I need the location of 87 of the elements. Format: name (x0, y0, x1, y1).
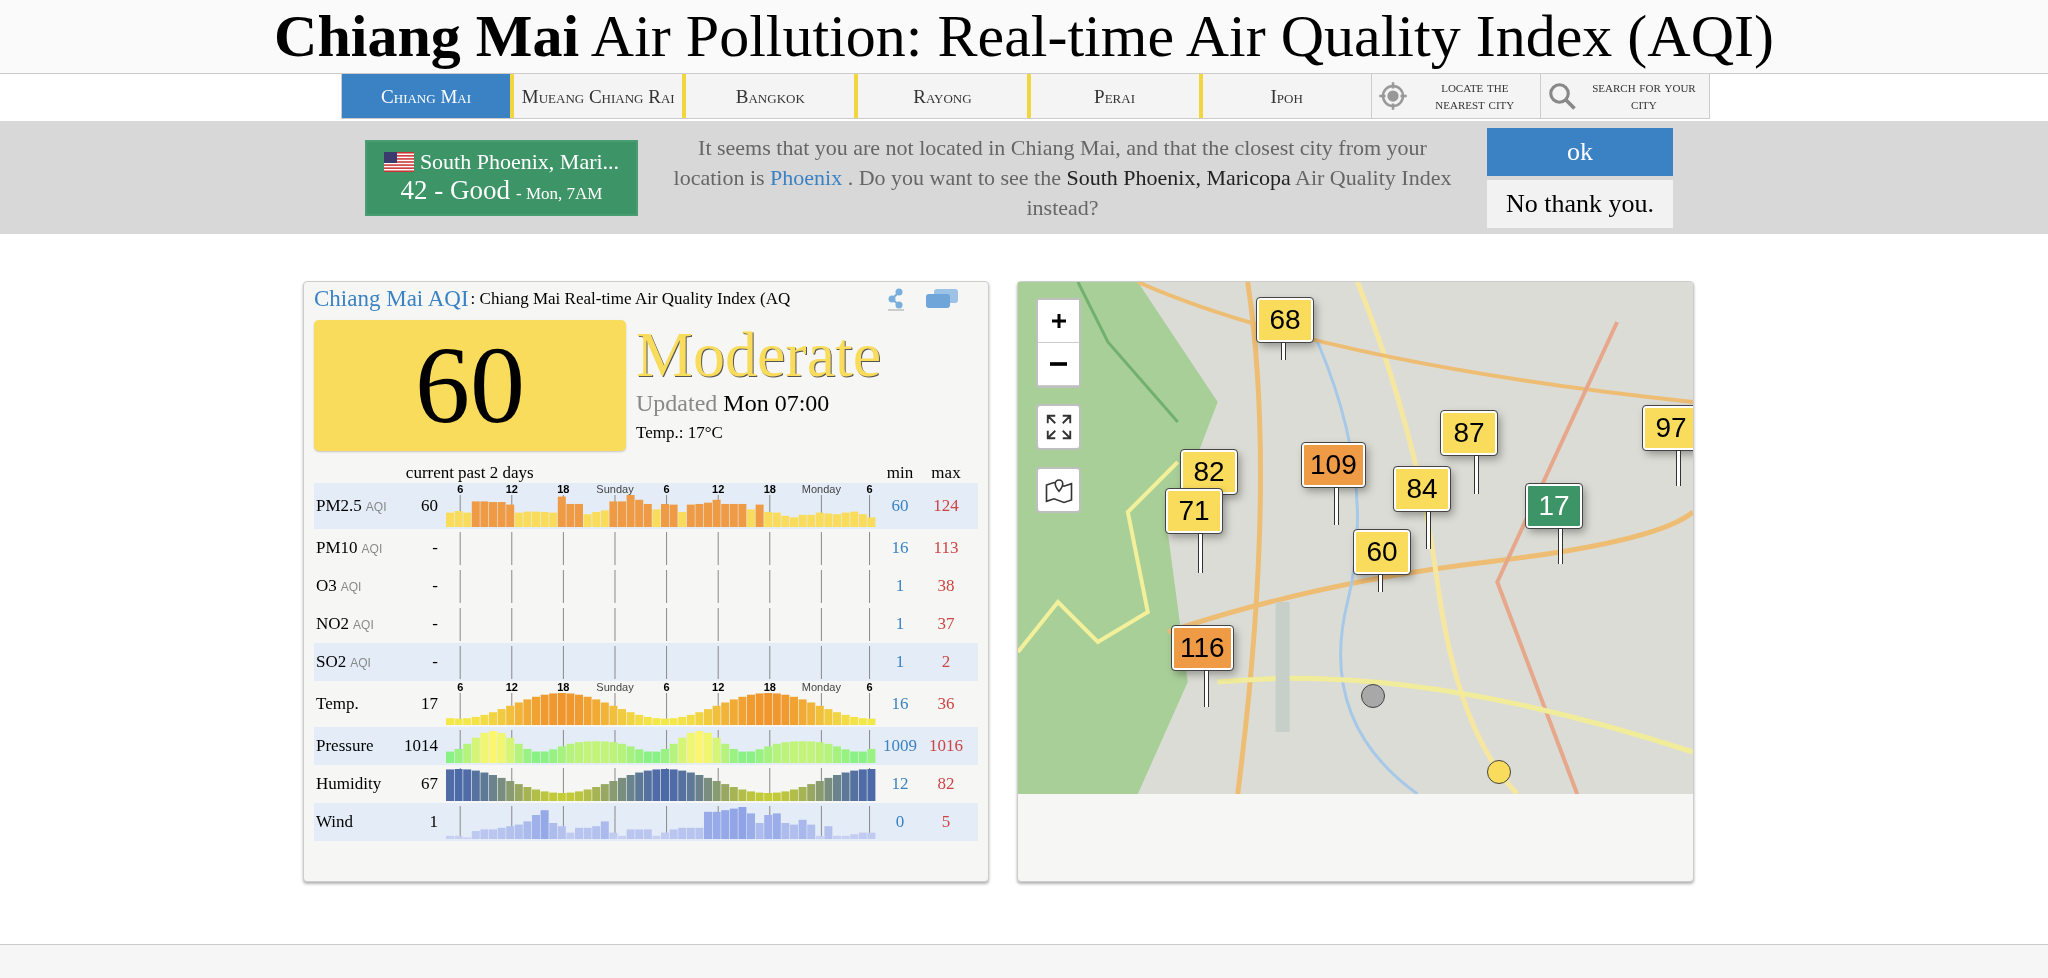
current-value: 67 (420, 774, 438, 794)
map-layers-button[interactable] (1036, 467, 1081, 513)
current-value: - (431, 538, 438, 558)
pollutant-name: SO2 (315, 652, 347, 672)
time-label: 6 (866, 681, 873, 693)
pollutant-name: PM10 (315, 538, 358, 558)
unit-label: AQI (353, 618, 374, 632)
max-value: 37 (936, 614, 956, 634)
min-value: 0 (894, 812, 906, 832)
current-value: - (431, 614, 438, 634)
city-aqi-link[interactable]: Chiang Mai AQI (314, 286, 469, 312)
pollutant-name: PM2.5 (315, 496, 362, 516)
time-label: Monday (801, 483, 841, 495)
pollutant-name: NO2 (315, 614, 350, 634)
min-value: 12 (890, 774, 910, 794)
crosshair-icon (1377, 81, 1408, 111)
time-label: 12 (505, 483, 518, 495)
time-label: Sunday (596, 483, 634, 495)
card-title: : Chiang Mai Real-time Air Quality Index (AQ (470, 289, 791, 309)
max-value: 2 (940, 652, 952, 672)
min-value: 60 (890, 496, 910, 516)
time-label: 18 (763, 681, 776, 693)
column-header: min (885, 463, 915, 483)
fullscreen-button[interactable] (1036, 404, 1081, 450)
min-value: 1 (894, 652, 906, 672)
unit-label: AQI (361, 542, 383, 556)
column-header: current (404, 463, 454, 483)
page-title: Chiang Mai Air Pollution: Real-time Air Quality Index (AQI) (0, 0, 2048, 74)
aqi-score: 60 (314, 320, 626, 451)
location-message: It seems that you are not located in Chiang Mai, and that the closest city from your location is Phoenix . Do you want to see the South Phoenix, Maricopa Air Quality Index instead? (672, 133, 1453, 222)
column-header: max (930, 463, 962, 483)
current-value: 1014 (404, 736, 438, 756)
time-label: 18 (763, 483, 776, 495)
current-value: 60 (420, 496, 438, 516)
min-value: 1009 (882, 736, 918, 756)
time-label: 18 (557, 681, 570, 693)
time-label: 6 (866, 483, 873, 495)
time-label: Monday (801, 681, 841, 693)
time-label: 12 (712, 681, 725, 693)
max-value: 5 (940, 812, 952, 832)
nearby-city-badge[interactable]: South Phoenix, Mari... 42 - Good - Mon, 7AM (365, 139, 638, 216)
time-label: 12 (712, 483, 725, 495)
time-label: 6 (457, 681, 464, 693)
current-value: 17 (420, 694, 438, 714)
ok-button[interactable]: ok (1487, 127, 1673, 176)
column-header: past 2 days (458, 463, 535, 483)
temperature-text: Temp.: 17°C (636, 423, 724, 443)
updated-label: Updated (636, 390, 718, 416)
unit-label: AQI (350, 656, 371, 670)
max-value: 82 (936, 774, 956, 794)
min-value: 16 (890, 694, 910, 714)
unit-label: AQI (340, 580, 362, 594)
time-label: Sunday (596, 681, 634, 693)
current-value: - (431, 576, 438, 596)
city-name: South Phoenix, Mari... (419, 149, 620, 175)
pollutant-name: Temp. (315, 694, 359, 714)
station-marker[interactable]: 82 (1181, 450, 1237, 496)
minus-icon (1050, 362, 1067, 366)
min-value: 1 (894, 614, 906, 634)
flag-icon (383, 152, 414, 172)
max-value: 38 (936, 576, 956, 596)
time-label: 6 (457, 483, 464, 495)
updated-time: Mon 07:00 (723, 390, 830, 416)
min-value: 1 (894, 576, 906, 596)
time-label: 12 (505, 681, 518, 693)
aqi-level: Moderate (636, 320, 882, 390)
pollutant-name: Pressure (315, 736, 374, 756)
time-label: 18 (557, 483, 570, 495)
city-tab[interactable]: Chiang Mai (342, 74, 511, 118)
time-label: 6 (663, 681, 670, 693)
current-value: - (431, 652, 438, 672)
aqi-value: 42 - Good (400, 175, 511, 205)
max-value: 36 (936, 694, 956, 714)
time-label: 6 (663, 483, 670, 495)
current-value: 1 (428, 812, 438, 832)
pollutant-name: Wind (315, 812, 354, 832)
zoom-in-button[interactable] (1038, 300, 1079, 343)
search-icon (1546, 81, 1577, 111)
pollutant-name: O3 (315, 576, 337, 596)
decline-button[interactable]: No thank you. (1487, 179, 1673, 228)
max-value: 113 (932, 538, 960, 558)
unit-label: AQI (365, 500, 387, 514)
pollutant-name: Humidity (315, 774, 382, 794)
max-value: 124 (932, 496, 960, 516)
max-value: 1016 (928, 736, 964, 756)
min-value: 16 (890, 538, 910, 558)
update-time: - Mon, 7AM (516, 184, 603, 203)
